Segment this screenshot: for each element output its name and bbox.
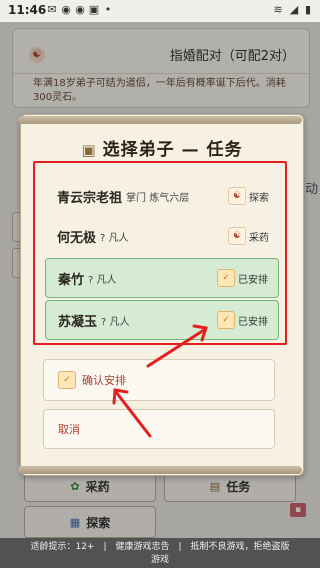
disciple-name: 苏凝玉 xyxy=(58,314,98,330)
clipboard-icon: ▣ xyxy=(81,141,97,159)
clock: 11:46 xyxy=(8,3,47,17)
task-tag: ☯ 探索 xyxy=(228,187,269,205)
select-disciple-dialog: ▣ 选择弟子 — 任务 青云宗老祖 掌门 炼气六层 ☯ 探索 何无极 ? 凡人 ☯… xyxy=(20,114,304,476)
assigned-icon: ✓ xyxy=(217,269,235,287)
task-label: 已安排 xyxy=(238,274,268,286)
scroll-rod-bottom xyxy=(18,466,302,474)
confirm-label: 确认安排 xyxy=(82,374,126,387)
status-bar: 11:46 ✉ ◉ ◉ ▣ • ≋ ◢ ▮ xyxy=(0,0,320,22)
disciple-info: ? 凡人 xyxy=(88,274,117,286)
disciple-name: 青云宗老祖 xyxy=(57,190,123,206)
task-label: 已安排 xyxy=(238,316,268,328)
confirm-button[interactable]: ✓ 确认安排 xyxy=(43,359,275,401)
cancel-label: 取消 xyxy=(58,423,80,436)
wifi-icon: ≋ xyxy=(273,3,283,16)
cancel-button[interactable]: 取消 xyxy=(43,409,275,449)
disciple-row[interactable]: 青云宗老祖 掌门 炼气六层 ☯ 探索 xyxy=(45,177,279,215)
disciple-name: 秦竹 xyxy=(58,272,85,288)
notification-icon: ✉ xyxy=(47,3,57,16)
dot-icon: • xyxy=(104,3,112,16)
task-tag: ✓ 已安排 xyxy=(217,311,268,329)
explore-icon: ☯ xyxy=(228,187,246,205)
footer-line-1: 适龄提示：12+ | 健康游戏忠告 | 抵制不良游戏，拒绝盗版 xyxy=(30,542,290,552)
footer-line-2: 游戏 xyxy=(150,555,169,565)
disciple-info: 掌门 炼气六层 xyxy=(126,192,190,204)
scroll-rod-top xyxy=(18,116,302,124)
health-notice-footer: 适龄提示：12+ | 健康游戏忠告 | 抵制不良游戏，拒绝盗版 游戏 xyxy=(0,538,320,568)
disciple-row[interactable]: 何无极 ? 凡人 ☯ 采药 xyxy=(45,217,279,255)
signal-icon: ◢ xyxy=(289,3,299,16)
shield-icon: ◉ xyxy=(61,3,71,16)
disciple-name: 何无极 xyxy=(57,230,97,246)
dialog-title: ▣ 选择弟子 — 任务 xyxy=(21,135,303,160)
dialog-title-text: 选择弟子 — 任务 xyxy=(102,140,243,160)
battery-icon: ▮ xyxy=(304,3,312,16)
disciple-row-assigned[interactable]: 苏凝玉 ? 凡人 ✓ 已安排 xyxy=(45,300,279,340)
assigned-icon: ✓ xyxy=(217,311,235,329)
confirm-icon: ✓ xyxy=(58,371,76,389)
task-tag: ✓ 已安排 xyxy=(217,269,268,287)
disciple-info: ? 凡人 xyxy=(101,316,130,328)
task-tag: ☯ 采药 xyxy=(228,227,269,245)
shield-icon: ◉ xyxy=(75,3,85,16)
task-label: 探索 xyxy=(249,192,269,204)
app-icon: ▣ xyxy=(88,3,100,16)
disciple-row-assigned[interactable]: 秦竹 ? 凡人 ✓ 已安排 xyxy=(45,258,279,298)
task-label: 采药 xyxy=(249,232,269,244)
disciple-info: ? 凡人 xyxy=(100,232,129,244)
herb-icon: ☯ xyxy=(228,227,246,245)
